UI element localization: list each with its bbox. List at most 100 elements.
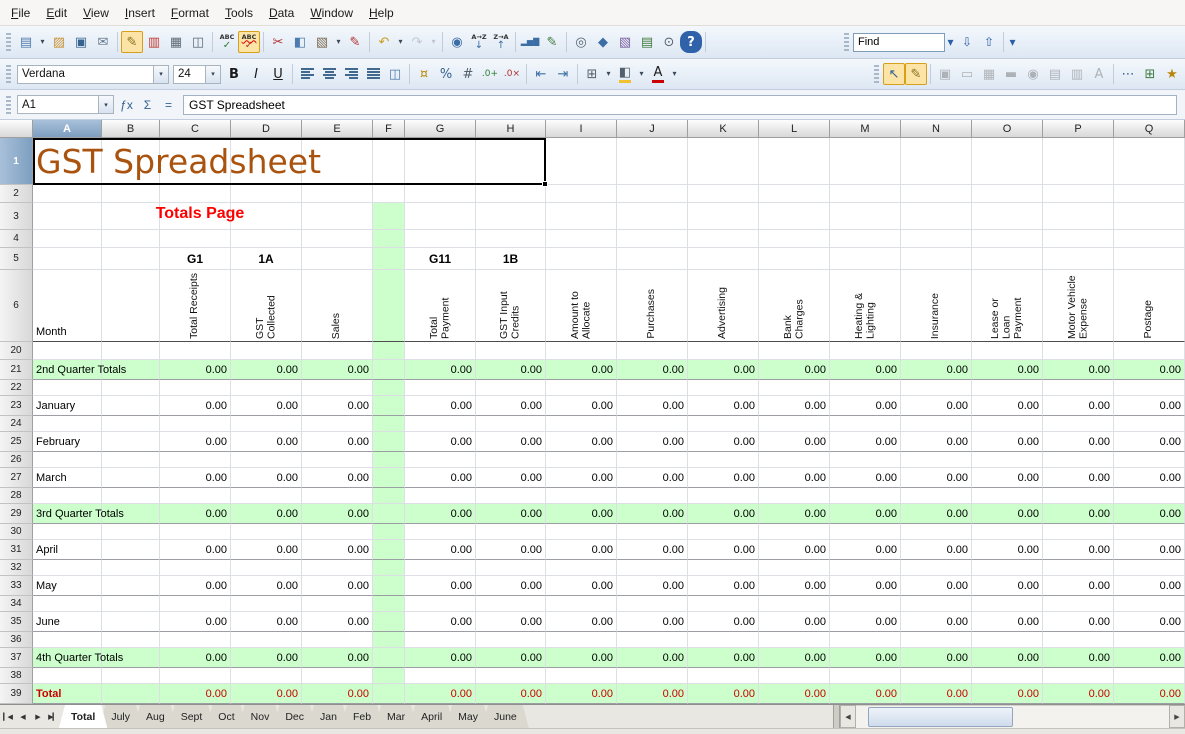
cell-J36[interactable] xyxy=(617,632,688,648)
find-previous-icon[interactable]: ⇧ xyxy=(978,31,1000,53)
row-header-1[interactable]: 1 xyxy=(0,138,33,185)
cell-L21[interactable]: 0.00 xyxy=(759,360,830,380)
cell-H31[interactable]: 0.00 xyxy=(476,540,546,560)
cell-G22[interactable] xyxy=(405,380,476,396)
cell-B24[interactable] xyxy=(102,416,160,432)
cell-D32[interactable] xyxy=(231,560,302,576)
cell-E32[interactable] xyxy=(302,560,373,576)
cell-D28[interactable] xyxy=(231,488,302,504)
cell-Q5[interactable] xyxy=(1114,248,1185,270)
cell-C5[interactable]: G1 xyxy=(160,248,231,270)
increase-indent-icon[interactable]: ⇥ xyxy=(552,63,574,85)
cell-J26[interactable] xyxy=(617,452,688,468)
cell-C37[interactable]: 0.00 xyxy=(160,648,231,668)
cell-O34[interactable] xyxy=(972,596,1043,612)
cell-M31[interactable]: 0.00 xyxy=(830,540,901,560)
cell-B25[interactable] xyxy=(102,432,160,452)
cell-N30[interactable] xyxy=(901,524,972,540)
cell-E5[interactable] xyxy=(302,248,373,270)
cell-B23[interactable] xyxy=(102,396,160,416)
cell-Q23[interactable]: 0.00 xyxy=(1114,396,1185,416)
cell-A35[interactable]: June xyxy=(33,612,102,632)
select-all-corner[interactable] xyxy=(0,120,33,138)
cell-O3[interactable] xyxy=(972,203,1043,230)
scroll-right-button[interactable] xyxy=(1169,705,1185,728)
undo-icon[interactable]: ↶ xyxy=(373,31,395,53)
cell-H1[interactable] xyxy=(476,138,546,185)
formatted-field-icon[interactable]: ▦ xyxy=(978,63,1000,85)
cell-N1[interactable] xyxy=(901,138,972,185)
cell-N31[interactable]: 0.00 xyxy=(901,540,972,560)
edit-file-icon[interactable]: ✎ xyxy=(121,31,143,53)
design-mode-icon[interactable]: ✎ xyxy=(905,63,927,85)
cell-B34[interactable] xyxy=(102,596,160,612)
font-name-dropdown-icon[interactable] xyxy=(153,66,168,83)
cell-E29[interactable]: 0.00 xyxy=(302,504,373,524)
cell-H29[interactable]: 0.00 xyxy=(476,504,546,524)
cell-G5[interactable]: G11 xyxy=(405,248,476,270)
align-right-icon[interactable] xyxy=(340,63,362,85)
name-box[interactable]: A1 xyxy=(17,95,114,114)
cell-P6[interactable]: Motor Vehicle Expense xyxy=(1043,270,1114,342)
find-next-icon[interactable]: ⇩ xyxy=(956,31,978,53)
cell-L38[interactable] xyxy=(759,668,830,684)
page-preview-icon[interactable]: ◫ xyxy=(187,31,209,53)
cell-Q38[interactable] xyxy=(1114,668,1185,684)
cell-J5[interactable] xyxy=(617,248,688,270)
cell-E2[interactable] xyxy=(302,185,373,203)
cell-F30[interactable] xyxy=(373,524,405,540)
cell-I29[interactable]: 0.00 xyxy=(546,504,617,524)
cell-E24[interactable] xyxy=(302,416,373,432)
cell-P27[interactable]: 0.00 xyxy=(1043,468,1114,488)
row-header-35[interactable]: 35 xyxy=(0,612,33,632)
cell-M33[interactable]: 0.00 xyxy=(830,576,901,596)
menu-tools[interactable]: Tools xyxy=(217,3,261,23)
font-size-combo[interactable]: 24 xyxy=(173,65,221,84)
borders-icon[interactable]: ⊞ xyxy=(581,63,603,85)
cell-C24[interactable] xyxy=(160,416,231,432)
cell-I5[interactable] xyxy=(546,248,617,270)
cell-Q33[interactable]: 0.00 xyxy=(1114,576,1185,596)
cell-Q34[interactable] xyxy=(1114,596,1185,612)
new-document-icon[interactable]: ▤ xyxy=(15,31,37,53)
cell-A37[interactable]: 4th Quarter Totals xyxy=(33,648,102,668)
row-header-31[interactable]: 31 xyxy=(0,540,33,560)
cell-M37[interactable]: 0.00 xyxy=(830,648,901,668)
cell-E25[interactable]: 0.00 xyxy=(302,432,373,452)
row-header-21[interactable]: 21 xyxy=(0,360,33,380)
row-header-36[interactable]: 36 xyxy=(0,632,33,648)
row-header-24[interactable]: 24 xyxy=(0,416,33,432)
bold-button[interactable]: B xyxy=(223,63,245,85)
cell-P30[interactable] xyxy=(1043,524,1114,540)
cell-Q25[interactable]: 0.00 xyxy=(1114,432,1185,452)
cell-L36[interactable] xyxy=(759,632,830,648)
column-header-F[interactable]: F xyxy=(373,120,405,138)
open-icon[interactable]: ▨ xyxy=(48,31,70,53)
cell-A6[interactable]: Month xyxy=(33,270,102,342)
cell-H38[interactable] xyxy=(476,668,546,684)
cell-K37[interactable]: 0.00 xyxy=(688,648,759,668)
cell-D22[interactable] xyxy=(231,380,302,396)
cell-F33[interactable] xyxy=(373,576,405,596)
cell-C35[interactable]: 0.00 xyxy=(160,612,231,632)
cell-G29[interactable]: 0.00 xyxy=(405,504,476,524)
cell-M2[interactable] xyxy=(830,185,901,203)
cell-A5[interactable] xyxy=(33,248,102,270)
cell-A2[interactable] xyxy=(33,185,102,203)
function-button[interactable]: = xyxy=(158,95,179,115)
select-pointer-icon[interactable]: ↖ xyxy=(883,63,905,85)
cell-Q35[interactable]: 0.00 xyxy=(1114,612,1185,632)
cell-E33[interactable]: 0.00 xyxy=(302,576,373,596)
align-justify-icon[interactable] xyxy=(362,63,384,85)
toolbar-grip[interactable] xyxy=(844,33,849,51)
navigator-icon[interactable]: ◆ xyxy=(592,31,614,53)
cell-M25[interactable]: 0.00 xyxy=(830,432,901,452)
cell-Q31[interactable]: 0.00 xyxy=(1114,540,1185,560)
cell-N39[interactable]: 0.00 xyxy=(901,684,972,704)
cell-C32[interactable] xyxy=(160,560,231,576)
cell-Q26[interactable] xyxy=(1114,452,1185,468)
push-button-icon[interactable]: ▬ xyxy=(1000,63,1022,85)
cell-F22[interactable] xyxy=(373,380,405,396)
cell-I35[interactable]: 0.00 xyxy=(546,612,617,632)
name-box-dropdown-icon[interactable] xyxy=(98,96,113,113)
